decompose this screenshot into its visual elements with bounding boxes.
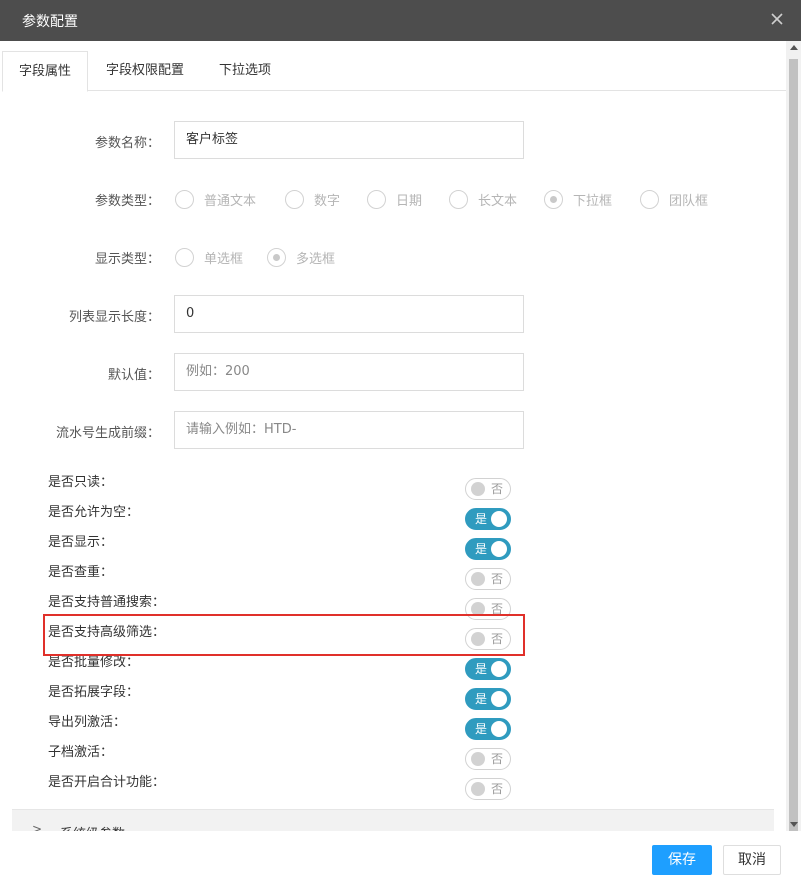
switch-text: 否	[491, 482, 504, 496]
switch-allow-empty[interactable]: 是	[465, 508, 511, 530]
radio-circle	[175, 247, 194, 267]
vertical-scrollbar[interactable]	[786, 41, 801, 831]
switch-knob	[491, 511, 507, 527]
radio-label: 日期	[396, 193, 423, 209]
chevron-right-icon: >	[32, 822, 43, 831]
radio-number[interactable]: 数字	[285, 188, 340, 210]
switch-sum[interactable]: 否	[465, 778, 511, 800]
dialog-titlebar: 参数配置	[0, 0, 801, 41]
radio-multi-select[interactable]: 多选框	[267, 246, 335, 268]
switch-label-readonly: 是否只读：	[48, 475, 114, 490]
param-config-dialog: 参数配置 字段属性 字段权限配置 下拉选项 参数名称： 客户标签 参数类型： 普…	[0, 0, 801, 879]
radio-circle	[544, 189, 563, 209]
switch-visible[interactable]: 是	[465, 538, 511, 560]
radio-dropdown[interactable]: 下拉框	[544, 188, 612, 210]
switch-text: 是	[475, 662, 488, 676]
radio-label: 单选框	[204, 251, 244, 267]
collapse-title: 系统级参数	[60, 823, 125, 831]
switch-knob	[471, 752, 485, 766]
switch-text: 否	[491, 782, 504, 796]
switch-label-subfile: 子档激活：	[48, 745, 114, 760]
radio-circle	[449, 189, 468, 209]
list-length-input[interactable]: 0	[174, 295, 524, 333]
system-params-collapse[interactable]: > 系统级参数	[12, 809, 774, 831]
radio-single-select[interactable]: 单选框	[175, 246, 243, 268]
display-type-label: 显示类型：	[94, 252, 160, 267]
param-name-input[interactable]: 客户标签	[174, 121, 524, 159]
switch-export-column[interactable]: 是	[465, 718, 511, 740]
switch-label-allow-empty: 是否允许为空：	[48, 505, 140, 520]
switch-knob	[471, 572, 485, 586]
radio-label: 下拉框	[573, 193, 613, 209]
switch-label-visible: 是否显示：	[48, 535, 114, 550]
tab-bar: 字段属性 字段权限配置 下拉选项	[2, 51, 786, 92]
tab-field-permissions[interactable]: 字段权限配置	[88, 51, 202, 91]
switch-dedupe[interactable]: 否	[465, 568, 511, 590]
highlight-box	[43, 614, 525, 656]
scrollbar-thumb[interactable]	[789, 59, 798, 831]
dialog-footer: 保存 取消	[0, 831, 801, 879]
radio-label: 普通文本	[204, 193, 257, 209]
radio-circle	[640, 189, 659, 209]
switch-text: 否	[491, 572, 504, 586]
cancel-button[interactable]: 取消	[723, 845, 781, 875]
switch-batch-edit[interactable]: 是	[465, 658, 511, 680]
switch-text: 是	[475, 692, 488, 706]
switch-subfile[interactable]: 否	[465, 748, 511, 770]
switch-extended-field[interactable]: 是	[465, 688, 511, 710]
radio-label: 长文本	[478, 193, 518, 209]
switch-text: 是	[475, 542, 488, 556]
switch-knob	[491, 541, 507, 557]
radio-circle	[175, 189, 194, 209]
switch-label-basic-search: 是否支持普通搜索：	[48, 595, 166, 610]
switch-label-sum: 是否开启合计功能：	[48, 775, 166, 790]
switch-label-dedupe: 是否查重：	[48, 565, 114, 580]
switch-knob	[471, 482, 485, 496]
radio-circle	[285, 189, 304, 209]
dialog-title: 参数配置	[22, 14, 78, 30]
switch-knob	[491, 661, 507, 677]
switch-text: 是	[475, 512, 488, 526]
tab-dropdown-options[interactable]: 下拉选项	[202, 51, 288, 91]
close-icon[interactable]	[769, 11, 785, 27]
switch-label-extended-field: 是否拓展字段：	[48, 685, 140, 700]
switch-knob	[471, 782, 485, 796]
default-value-label: 默认值：	[107, 368, 160, 383]
serial-prefix-input[interactable]: 请输入例如：HTD-	[174, 411, 524, 449]
radio-long-text[interactable]: 长文本	[449, 188, 517, 210]
switch-readonly[interactable]: 否	[465, 478, 511, 500]
switch-text: 否	[491, 752, 504, 766]
scroll-up-icon[interactable]	[790, 45, 798, 50]
save-button[interactable]: 保存	[652, 845, 712, 875]
switch-label-export-column: 导出列激活：	[48, 715, 127, 730]
param-type-label: 参数类型：	[94, 194, 160, 209]
radio-date[interactable]: 日期	[367, 188, 422, 210]
serial-prefix-label: 流水号生成前缀：	[55, 426, 160, 441]
switch-knob	[491, 721, 507, 737]
switch-knob	[491, 691, 507, 707]
param-name-label: 参数名称：	[94, 136, 160, 151]
radio-team[interactable]: 团队框	[640, 188, 708, 210]
radio-label: 数字	[314, 193, 341, 209]
switch-text: 是	[475, 722, 488, 736]
radio-label: 团队框	[669, 193, 709, 209]
list-length-label: 列表显示长度：	[68, 310, 160, 325]
tab-field-attributes[interactable]: 字段属性	[2, 51, 88, 92]
radio-label: 多选框	[296, 251, 336, 267]
radio-plain-text[interactable]: 普通文本	[175, 188, 256, 210]
scroll-down-icon[interactable]	[790, 822, 798, 827]
default-value-input[interactable]: 例如：200	[174, 353, 524, 391]
radio-circle	[367, 189, 386, 209]
radio-circle	[267, 247, 286, 267]
